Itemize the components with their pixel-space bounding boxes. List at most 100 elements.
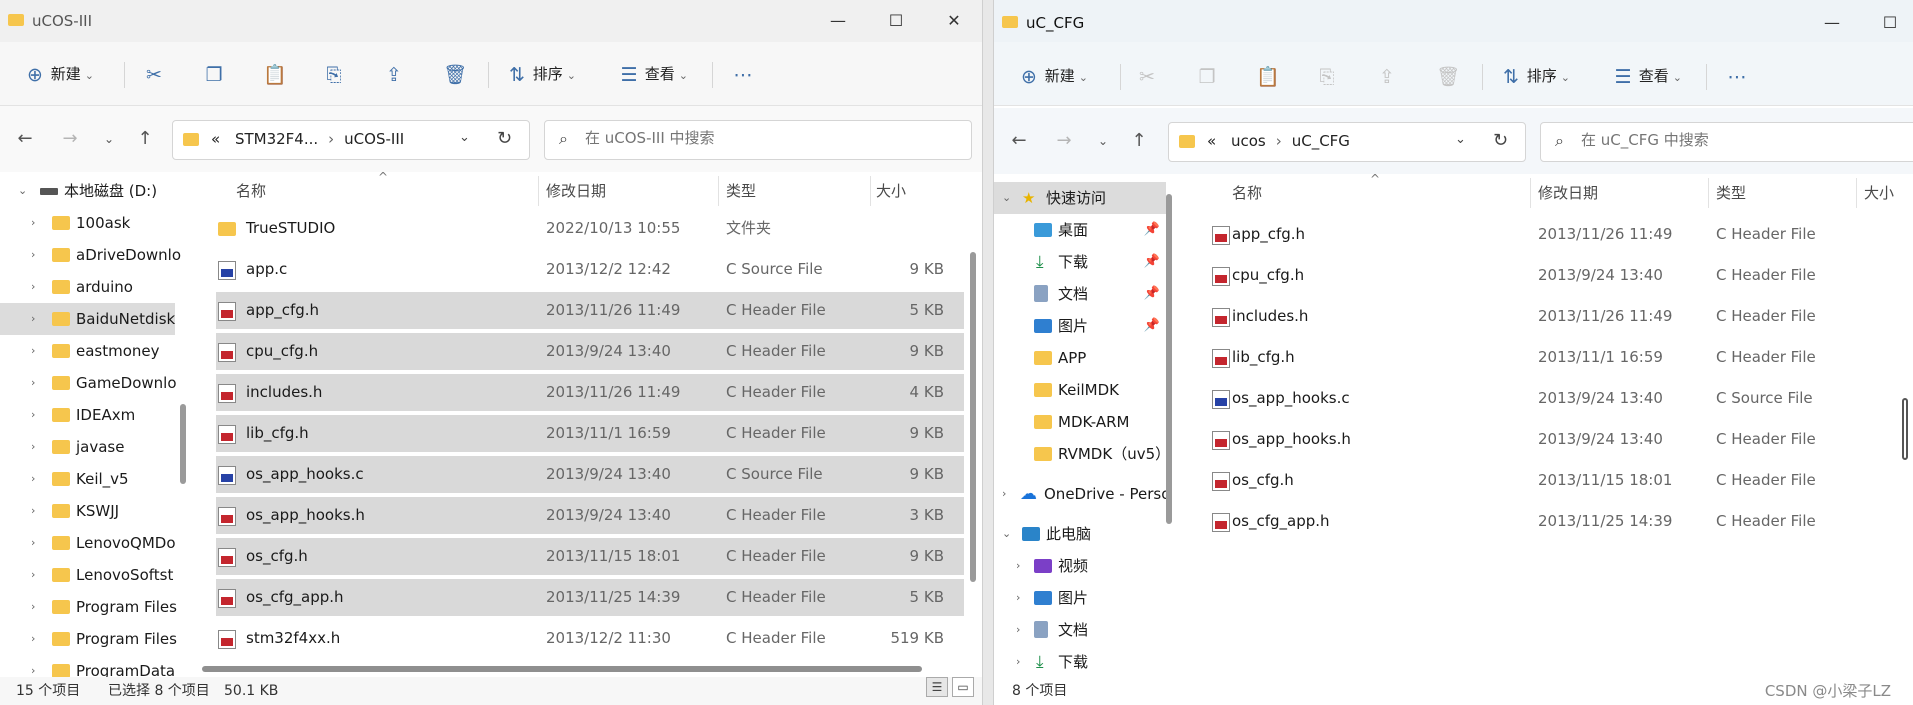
- breadcrumb-item[interactable]: ucos: [1231, 132, 1266, 150]
- maximize-button[interactable]: ☐: [876, 8, 916, 34]
- table-row[interactable]: app.c 2013/12/2 12:42 C Source File 9 KB: [216, 251, 964, 288]
- chevron-right-icon[interactable]: ›: [1016, 646, 1020, 677]
- new-button[interactable]: ⊕ 新建 ⌄: [1018, 60, 1088, 92]
- column-header-type[interactable]: 类型: [726, 172, 756, 210]
- column-header-size[interactable]: 大小: [1864, 174, 1894, 212]
- column-header-size[interactable]: 大小: [876, 172, 906, 210]
- table-row[interactable]: includes.h 2013/11/26 11:49 C Header Fil…: [1210, 298, 1900, 335]
- table-row[interactable]: os_app_hooks.h 2013/9/24 13:40 C Header …: [1210, 421, 1900, 458]
- column-header-name[interactable]: 名称: [1232, 174, 1262, 212]
- nav-item-folder[interactable]: › aDriveDownlo: [0, 239, 181, 271]
- nav-item-folder[interactable]: › javase: [0, 431, 175, 463]
- table-row[interactable]: app_cfg.h 2013/11/26 11:49 C Header File: [1210, 216, 1900, 253]
- chevron-down-icon[interactable]: ⌄: [459, 130, 470, 145]
- table-row[interactable]: os_cfg.h 2013/11/15 18:01 C Header File: [1210, 462, 1900, 499]
- cut-button[interactable]: ✂: [143, 58, 165, 90]
- nav-item-folder[interactable]: › 100ask: [0, 207, 175, 239]
- title-bar[interactable]: uCOS-III — ☐ ✕: [0, 0, 982, 42]
- chevron-right-icon[interactable]: ›: [1016, 582, 1020, 614]
- breadcrumb-item[interactable]: STM32F4...: [235, 130, 318, 148]
- column-header-name[interactable]: 名称: [236, 172, 266, 210]
- minimize-button[interactable]: —: [818, 8, 858, 34]
- close-button[interactable]: ✕: [934, 8, 974, 34]
- chevron-right-icon[interactable]: ›: [1002, 478, 1006, 510]
- delete-button[interactable]: 🗑: [1436, 60, 1460, 92]
- pin-icon[interactable]: 📌: [1144, 214, 1160, 246]
- chevron-right-icon[interactable]: ›: [31, 655, 35, 677]
- sort-button[interactable]: ⇅ 排序 ⌄: [506, 58, 576, 90]
- column-divider[interactable]: [870, 176, 871, 206]
- recent-locations-button[interactable]: ⌄: [1090, 128, 1116, 154]
- sort-button[interactable]: ⇅ 排序 ⌄: [1500, 60, 1570, 92]
- maximize-button[interactable]: ☐: [1870, 10, 1910, 36]
- table-row-selected[interactable]: cpu_cfg.h 2013/9/24 13:40 C Header File …: [216, 333, 964, 370]
- table-row-selected[interactable]: os_app_hooks.c 2013/9/24 13:40 C Source …: [216, 456, 964, 493]
- table-row[interactable]: os_cfg_app.h 2013/11/25 14:39 C Header F…: [1210, 503, 1900, 540]
- rename-button[interactable]: ⎘: [1316, 60, 1338, 92]
- nav-item-folder[interactable]: › Keil_v5: [0, 463, 175, 495]
- table-row-selected[interactable]: os_cfg.h 2013/11/15 18:01 C Header File …: [216, 538, 964, 575]
- nav-item-folder[interactable]: › LenovoSoftst: [0, 559, 175, 591]
- nav-item-folder[interactable]: › IDEAxm: [0, 399, 175, 431]
- cut-button[interactable]: ✂: [1136, 60, 1158, 92]
- vertical-scrollbar[interactable]: [1902, 398, 1908, 460]
- search-input[interactable]: [1581, 131, 1861, 149]
- chevron-right-icon[interactable]: ›: [31, 271, 35, 303]
- chevron-right-icon[interactable]: ›: [1016, 550, 1020, 582]
- nav-item-folder[interactable]: APP: [994, 342, 1166, 374]
- column-divider[interactable]: [1708, 178, 1709, 208]
- minimize-button[interactable]: —: [1812, 10, 1852, 36]
- chevron-right-icon[interactable]: ›: [31, 399, 35, 431]
- column-divider[interactable]: [1530, 178, 1531, 208]
- table-row[interactable]: cpu_cfg.h 2013/9/24 13:40 C Header File: [1210, 257, 1900, 294]
- view-button[interactable]: ☰ 查看 ⌄: [1612, 60, 1682, 92]
- pin-icon[interactable]: 📌: [1144, 310, 1160, 342]
- delete-button[interactable]: 🗑: [443, 58, 467, 90]
- share-button[interactable]: ⇪: [383, 58, 405, 90]
- nav-item-onedrive[interactable]: › ☁ OneDrive - Perso: [994, 478, 1170, 510]
- table-row[interactable]: lib_cfg.h 2013/11/1 16:59 C Header File: [1210, 339, 1900, 376]
- nav-item-this-pc[interactable]: ⌄ 此电脑: [994, 518, 1166, 550]
- chevron-right-icon[interactable]: ›: [31, 623, 35, 655]
- vertical-scrollbar[interactable]: [970, 252, 976, 582]
- nav-item-folder[interactable]: KeilMDK: [994, 374, 1166, 406]
- nav-item-folder[interactable]: › Program Files: [0, 591, 177, 623]
- view-button[interactable]: ☰ 查看 ⌄: [618, 58, 688, 90]
- nav-item-folder[interactable]: MDK-ARM: [994, 406, 1166, 438]
- nav-item-folder[interactable]: RVMDK（uv5）: [994, 438, 1170, 470]
- forward-button[interactable]: →: [1051, 128, 1077, 154]
- share-button[interactable]: ⇪: [1376, 60, 1398, 92]
- column-divider[interactable]: [1856, 178, 1857, 208]
- nav-item-folder-selected[interactable]: › BaiduNetdisk: [0, 303, 175, 335]
- new-button[interactable]: ⊕ 新建 ⌄: [24, 58, 94, 90]
- chevron-right-icon[interactable]: ›: [31, 591, 35, 623]
- nav-item-quick-access[interactable]: ⌄ ★ 快速访问: [994, 182, 1166, 214]
- nav-item-drive-d[interactable]: ⌄ 本地磁盘 (D:): [0, 175, 190, 207]
- nav-scrollbar[interactable]: [180, 404, 186, 484]
- chevron-right-icon[interactable]: ›: [31, 303, 35, 335]
- chevron-right-icon[interactable]: ›: [1016, 614, 1020, 646]
- chevron-right-icon[interactable]: ›: [31, 559, 35, 591]
- nav-item-downloads[interactable]: ⤓ 下载 📌: [994, 246, 1166, 278]
- paste-button[interactable]: 📋: [263, 58, 287, 90]
- nav-item-folder[interactable]: › ProgramData: [0, 655, 175, 677]
- chevron-right-icon[interactable]: ›: [31, 463, 35, 495]
- up-button[interactable]: ↑: [132, 126, 158, 152]
- more-button[interactable]: ⋯: [732, 58, 754, 90]
- forward-button[interactable]: →: [57, 126, 83, 152]
- address-bar[interactable]: « STM32F4... › uCOS-III ⌄ ↻: [172, 120, 530, 160]
- title-bar[interactable]: uC_CFG — ☐: [994, 0, 1913, 42]
- nav-item-pictures[interactable]: › 图片: [994, 582, 1166, 614]
- nav-item-desktop[interactable]: 桌面 📌: [994, 214, 1166, 246]
- refresh-icon[interactable]: ↻: [1493, 130, 1508, 151]
- copy-button[interactable]: ❐: [1196, 60, 1218, 92]
- more-button[interactable]: ⋯: [1726, 60, 1748, 92]
- nav-item-folder[interactable]: › GameDownlo: [0, 367, 177, 399]
- table-row[interactable]: stm32f4xx.h 2013/12/2 11:30 C Header Fil…: [216, 620, 964, 657]
- chevron-down-icon[interactable]: ⌄: [1455, 132, 1466, 147]
- breadcrumb-item[interactable]: uC_CFG: [1292, 132, 1350, 150]
- table-row-selected[interactable]: includes.h 2013/11/26 11:49 C Header Fil…: [216, 374, 964, 411]
- table-row[interactable]: os_app_hooks.c 2013/9/24 13:40 C Source …: [1210, 380, 1900, 417]
- nav-item-documents[interactable]: 文档 📌: [994, 278, 1166, 310]
- nav-item-folder[interactable]: › Program Files: [0, 623, 177, 655]
